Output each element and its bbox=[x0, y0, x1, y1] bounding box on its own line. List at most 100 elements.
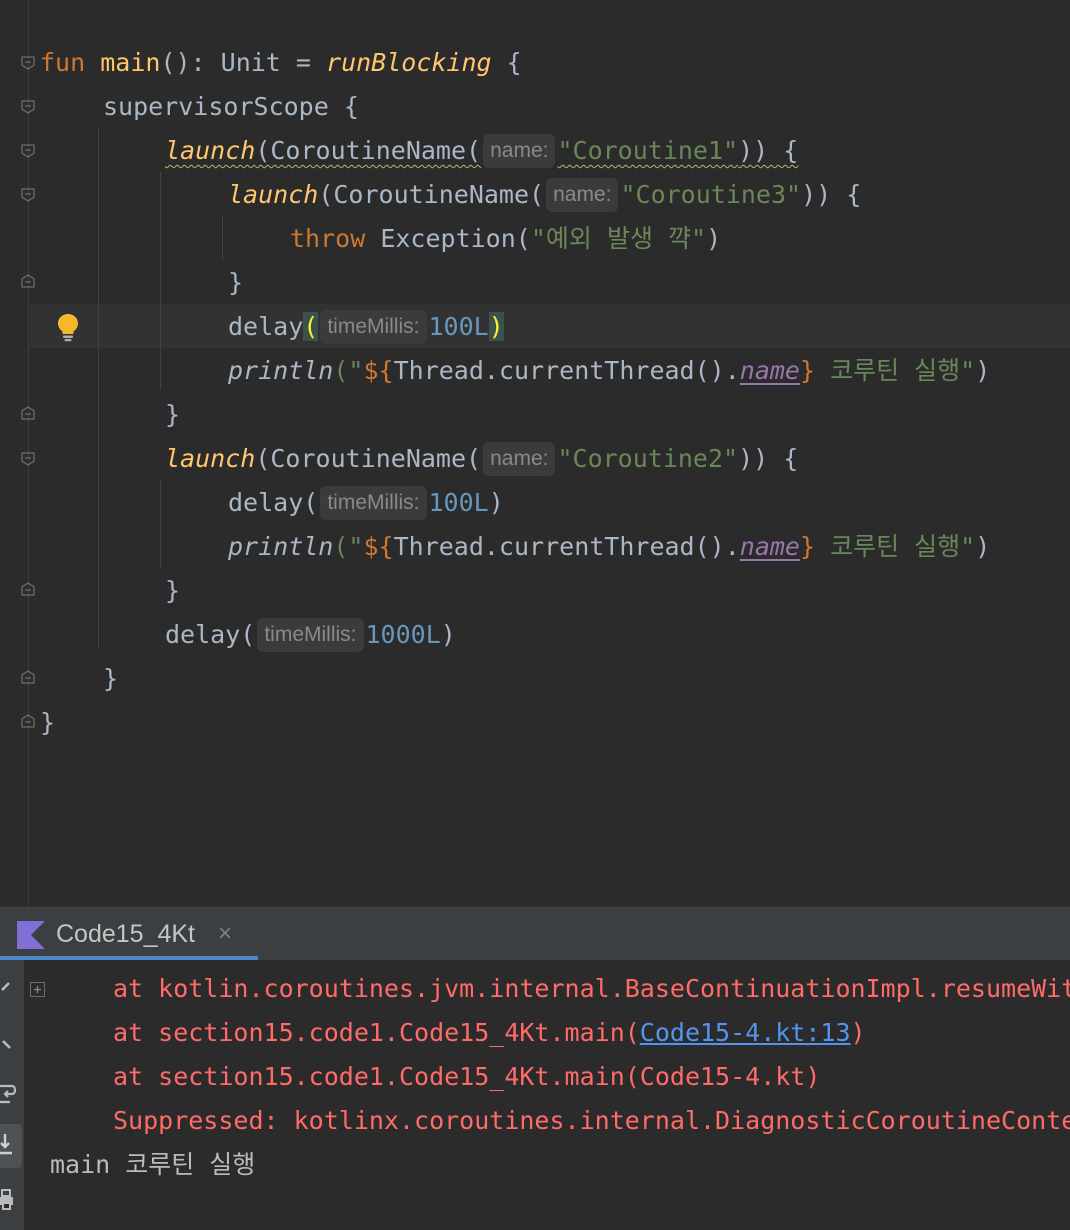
parameter-hint: timeMillis: bbox=[257, 618, 364, 652]
fold-end-icon[interactable] bbox=[21, 670, 35, 684]
parameter-hint: name: bbox=[483, 442, 556, 476]
fold-start-icon[interactable] bbox=[21, 100, 35, 114]
close-parens-brace: )) { bbox=[801, 180, 862, 209]
program-output-line: main 코루틴 실행 bbox=[50, 1150, 256, 1179]
kotlin-icon bbox=[17, 921, 45, 949]
keyword-throw: throw bbox=[290, 224, 366, 253]
chevron-down-icon[interactable] bbox=[0, 1032, 22, 1058]
parameter-hint: name: bbox=[483, 134, 556, 168]
indent-guide bbox=[160, 480, 161, 568]
function-name-main: main bbox=[100, 48, 161, 77]
close-brace: } bbox=[228, 268, 244, 297]
chevron-up-icon[interactable] bbox=[0, 974, 22, 1000]
code-line-15: } bbox=[103, 657, 118, 701]
fold-start-icon[interactable] bbox=[21, 56, 35, 70]
println-call: println bbox=[228, 532, 334, 561]
delay-call: delay bbox=[228, 312, 304, 341]
open-paren: ( bbox=[303, 488, 319, 517]
close-paren: ) bbox=[975, 356, 991, 385]
code-editor[interactable]: fun main(): Unit = runBlocking { supervi… bbox=[0, 0, 1070, 906]
property-name: name bbox=[739, 356, 800, 385]
template-close: } bbox=[799, 532, 816, 561]
code-line-8: println("${Thread.currentThread().name} … bbox=[228, 349, 990, 393]
parameter-hint: timeMillis: bbox=[320, 310, 427, 344]
fold-end-icon[interactable] bbox=[21, 582, 35, 596]
code-line-12: println("${Thread.currentThread().name} … bbox=[228, 525, 990, 569]
code-line-1: fun main(): Unit = runBlocking { bbox=[40, 41, 522, 85]
close-brace: } bbox=[165, 400, 181, 429]
close-brace: } bbox=[103, 664, 119, 693]
print-icon[interactable] bbox=[0, 1188, 22, 1214]
code-line-14: delay(timeMillis: 1000L) bbox=[165, 613, 456, 657]
open-brace: { bbox=[491, 48, 522, 77]
launch-call: launch bbox=[165, 444, 256, 473]
matched-paren: ( bbox=[303, 312, 319, 341]
code-line-9: } bbox=[165, 393, 180, 437]
coroutine-name-call: (CoroutineName( bbox=[255, 444, 482, 473]
console-output[interactable]: at kotlin.coroutines.jvm.internal.BaseCo… bbox=[0, 960, 1070, 1230]
supervisor-scope-call: supervisorScope { bbox=[103, 92, 359, 121]
code-line-16: } bbox=[40, 701, 55, 745]
open-paren: ( bbox=[240, 620, 256, 649]
template-open: ${ bbox=[363, 356, 394, 385]
template-open: ${ bbox=[363, 532, 394, 561]
number-literal: 100L bbox=[428, 488, 489, 517]
code-line-3: launch(CoroutineName(name: "Coroutine1"))… bbox=[165, 129, 798, 173]
stacktrace-line: at section15.code1.Code15_4Kt.main(Code1… bbox=[113, 1062, 821, 1091]
fold-end-icon[interactable] bbox=[21, 274, 35, 288]
string-literal: 코루틴 실행" bbox=[815, 356, 976, 385]
template-close: } bbox=[799, 356, 816, 385]
close-parens-brace: )) { bbox=[738, 444, 799, 473]
property-name: name bbox=[739, 532, 800, 561]
println-call: println bbox=[228, 356, 334, 385]
source-link[interactable]: Code15-4.kt:13 bbox=[640, 1018, 851, 1047]
stacktrace-text: at section15.code1.Code15_4Kt.main( bbox=[113, 1018, 640, 1047]
soft-wrap-icon[interactable] bbox=[0, 1080, 22, 1106]
string-literal: "Coroutine2" bbox=[557, 444, 739, 473]
close-icon[interactable]: × bbox=[218, 907, 232, 961]
close-brace: } bbox=[40, 708, 56, 737]
close-paren: ) bbox=[488, 488, 504, 517]
code-line-11: delay(timeMillis: 100L) bbox=[228, 481, 504, 525]
fold-end-icon[interactable] bbox=[21, 406, 35, 420]
close-brace: } bbox=[165, 576, 181, 605]
string-literal: "예외 발생 꺅" bbox=[530, 224, 707, 253]
run-tab[interactable]: Code15_4Kt × bbox=[0, 907, 258, 961]
indent-guide bbox=[160, 172, 161, 390]
code-line-2: supervisorScope { bbox=[103, 85, 359, 129]
run-tab-label: Code15_4Kt bbox=[56, 920, 196, 948]
coroutine-name-call: (CoroutineName( bbox=[318, 180, 545, 209]
coroutine-name-call: (CoroutineName( bbox=[255, 136, 482, 165]
code-line-13: } bbox=[165, 569, 180, 613]
string-literal: "Coroutine3" bbox=[620, 180, 802, 209]
delay-call: delay bbox=[228, 488, 304, 517]
launch-call: launch bbox=[165, 136, 256, 165]
fold-start-icon[interactable] bbox=[21, 188, 35, 202]
matched-paren: ) bbox=[488, 312, 504, 341]
lightbulb-icon[interactable] bbox=[54, 312, 82, 342]
scroll-to-end-icon[interactable] bbox=[0, 1132, 22, 1158]
current-line-highlight bbox=[30, 304, 1070, 348]
parameter-hint: name: bbox=[546, 178, 619, 212]
string-literal: 코루틴 실행" bbox=[815, 532, 976, 561]
keyword-fun: fun bbox=[40, 48, 86, 77]
code-line-7: delay(timeMillis: 100L) bbox=[228, 305, 504, 349]
fold-end-icon[interactable] bbox=[21, 714, 35, 728]
fold-start-icon[interactable] bbox=[21, 452, 35, 466]
template-expression: Thread.currentThread(). bbox=[393, 532, 740, 561]
suppressed-exception-line: Suppressed: kotlinx.coroutines.internal.… bbox=[113, 1106, 1070, 1135]
fold-start-icon[interactable] bbox=[21, 144, 35, 158]
number-literal: 1000L bbox=[365, 620, 441, 649]
console-toolbar bbox=[0, 960, 24, 1230]
signature-text: (): Unit = bbox=[160, 48, 327, 77]
indent-guide bbox=[222, 216, 223, 260]
close-paren: ) bbox=[440, 620, 456, 649]
expand-icon[interactable] bbox=[30, 982, 45, 997]
code-line-6: } bbox=[228, 261, 243, 305]
stacktrace-line: at kotlin.coroutines.jvm.internal.BaseCo… bbox=[113, 974, 1070, 1003]
close-paren: ) bbox=[975, 532, 991, 561]
parameter-hint: timeMillis: bbox=[320, 486, 427, 520]
template-expression: Thread.currentThread(). bbox=[393, 356, 740, 385]
stacktrace-line: at section15.code1.Code15_4Kt.main(Code1… bbox=[113, 1011, 866, 1055]
code-line-4: launch(CoroutineName(name: "Coroutine3"))… bbox=[228, 173, 861, 217]
